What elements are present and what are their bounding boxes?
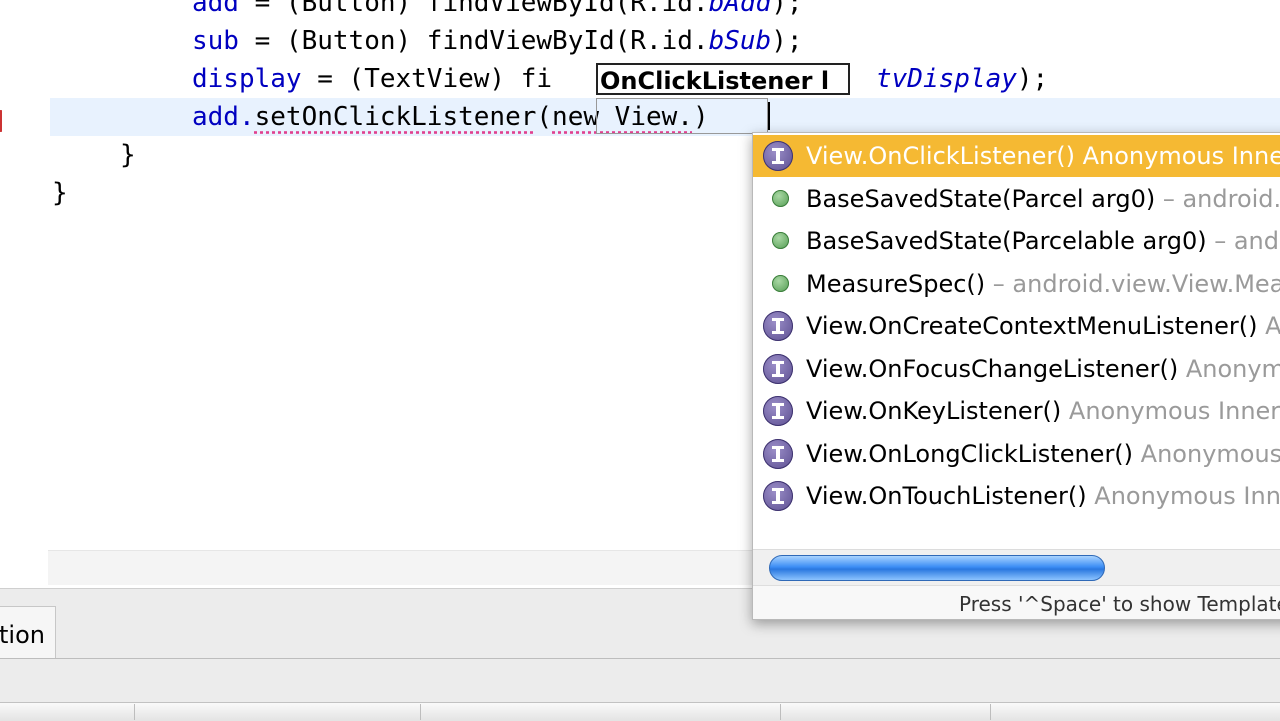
code-close-brace-class: } — [52, 178, 68, 208]
editor-horizontal-scrollbar[interactable] — [48, 550, 758, 585]
proposal-item[interactable]: View.OnCreateContextMenuListener() Anony… — [753, 305, 1280, 347]
interface-icon — [763, 481, 793, 511]
proposal-label: View.OnFocusChangeListener() Anonymous I… — [806, 348, 1280, 390]
proposal-signature: View.OnTouchListener() — [806, 482, 1087, 510]
code-line-2: sub = (Button) findViewById(R.id.bSub); — [192, 22, 803, 60]
code-var-add: add. — [192, 102, 255, 132]
constructor-icon — [772, 189, 789, 207]
proposal-item[interactable]: View.OnKeyListener() Anonymous Inner Typ… — [753, 390, 1280, 432]
text-caret — [768, 102, 770, 130]
proposal-label: View.OnClickListener() Anonymous Inner T… — [806, 135, 1280, 177]
proposal-description: Anonymous Inner Type — [1068, 397, 1280, 425]
proposal-label: BaseSavedState(Parcel arg0) – android.vi… — [806, 178, 1280, 220]
tab-label: Declaration — [0, 621, 45, 649]
column-separator[interactable] — [420, 704, 421, 720]
proposal-description: Anonymous Inner Type — [1265, 312, 1280, 340]
code-id: tvDisplay — [876, 64, 1017, 94]
autocomplete-popup[interactable]: View.OnClickListener() Anonymous Inner T… — [752, 132, 1280, 620]
proposal-item[interactable]: View.OnLongClickListener() Anonymous Inn… — [753, 433, 1280, 475]
code-paren: ( — [536, 102, 553, 132]
column-separator[interactable] — [134, 704, 135, 720]
table-header — [0, 702, 1280, 721]
tab-declaration[interactable]: Declaration — [0, 606, 56, 658]
proposal-scrollbar[interactable] — [753, 549, 1280, 586]
proposal-signature: View.OnCreateContextMenuListener() — [806, 312, 1258, 340]
scrollbar-thumb[interactable] — [769, 555, 1105, 581]
proposal-signature: View.OnKeyListener() — [806, 397, 1062, 425]
proposal-signature: View.OnLongClickListener() — [806, 439, 1134, 468]
column-separator[interactable] — [990, 704, 991, 720]
column-separator[interactable] — [780, 704, 781, 720]
proposal-label: BaseSavedState(Parcelable arg0) – androi… — [806, 220, 1280, 262]
code-line-3: display = (TextView) fi — [192, 60, 552, 98]
proposal-description: – android.view.View.MeasureSpec — [992, 269, 1280, 298]
proposal-item[interactable]: MeasureSpec() – android.view.View.Measur… — [753, 263, 1280, 305]
proposal-item[interactable]: View.OnFocusChangeListener() Anonymous I… — [753, 348, 1280, 390]
proposal-description: – android.view.View.BaseSavedState — [1162, 184, 1280, 213]
proposal-item[interactable]: BaseSavedState(Parcel arg0) – android.vi… — [753, 178, 1280, 220]
proposal-signature: BaseSavedState(Parcelable arg0) — [806, 227, 1207, 255]
proposal-description: Anonymous Inner Type — [1082, 142, 1280, 170]
proposal-label: View.OnKeyListener() Anonymous Inner Typ… — [806, 390, 1280, 432]
status-text: Press '^Space' to show Template Proposal… — [959, 592, 1280, 616]
proposal-description: Anonymous Inner Type — [1185, 354, 1280, 383]
interface-icon — [763, 311, 793, 341]
proposal-item[interactable]: View.OnClickListener() Anonymous Inner T… — [753, 135, 1280, 177]
proposal-signature: View.OnClickListener() — [806, 142, 1075, 170]
code-text: = (TextView) fi — [301, 64, 553, 94]
linked-edit-box — [596, 98, 768, 134]
tab-divider — [0, 658, 1280, 659]
code-end: ); — [771, 26, 803, 56]
interface-icon — [763, 396, 793, 426]
code-id: bSub — [708, 26, 772, 56]
proposal-description: Anonymous Inner Type — [1094, 482, 1280, 510]
proposal-label: MeasureSpec() – android.view.View.Measur… — [806, 263, 1280, 305]
proposal-item[interactable]: BaseSavedState(Parcelable arg0) – androi… — [753, 220, 1280, 262]
constructor-icon — [772, 232, 789, 249]
proposal-description: – android.view.View.BaseSavedState — [1214, 227, 1280, 255]
code-line-1: add = (Button) findViewById(R.id.bAdd); — [192, 0, 803, 22]
proposal-description: Anonymous Inner Type — [1140, 439, 1280, 468]
interface-icon — [763, 141, 793, 171]
interface-icon — [763, 438, 793, 469]
code-line-3-tail: tvDisplay); — [876, 60, 1048, 98]
interface-icon — [763, 353, 793, 384]
code-var-sub: sub — [192, 26, 239, 56]
code-end: ); — [1016, 64, 1049, 94]
code-close-brace-method: } — [120, 140, 136, 170]
proposal-label: View.OnCreateContextMenuListener() Anony… — [806, 305, 1280, 347]
code-end: ); — [771, 0, 803, 18]
proposal-label: View.OnLongClickListener() Anonymous Inn… — [806, 433, 1280, 475]
code-method-call: setOnClickListener — [254, 102, 537, 132]
code-text: = (Button) findViewById(R.id. — [238, 0, 709, 18]
error-marker — [0, 110, 8, 132]
proposal-signature: MeasureSpec() — [806, 269, 986, 298]
code-var-display: display — [192, 64, 302, 94]
parameter-hint: OnClickListener l — [596, 63, 850, 95]
proposal-label: View.OnTouchListener() Anonymous Inner T… — [806, 475, 1280, 517]
code-var-add: add — [192, 0, 239, 18]
constructor-icon — [772, 274, 789, 292]
code-text: = (Button) findViewById(R.id. — [238, 26, 709, 56]
proposal-signature: View.OnFocusChangeListener() — [806, 354, 1179, 383]
proposal-item[interactable]: View.OnTouchListener() Anonymous Inner T… — [753, 475, 1280, 517]
proposal-status-bar: Press '^Space' to show Template Proposal… — [753, 585, 1280, 619]
code-id: bAdd — [708, 0, 772, 18]
